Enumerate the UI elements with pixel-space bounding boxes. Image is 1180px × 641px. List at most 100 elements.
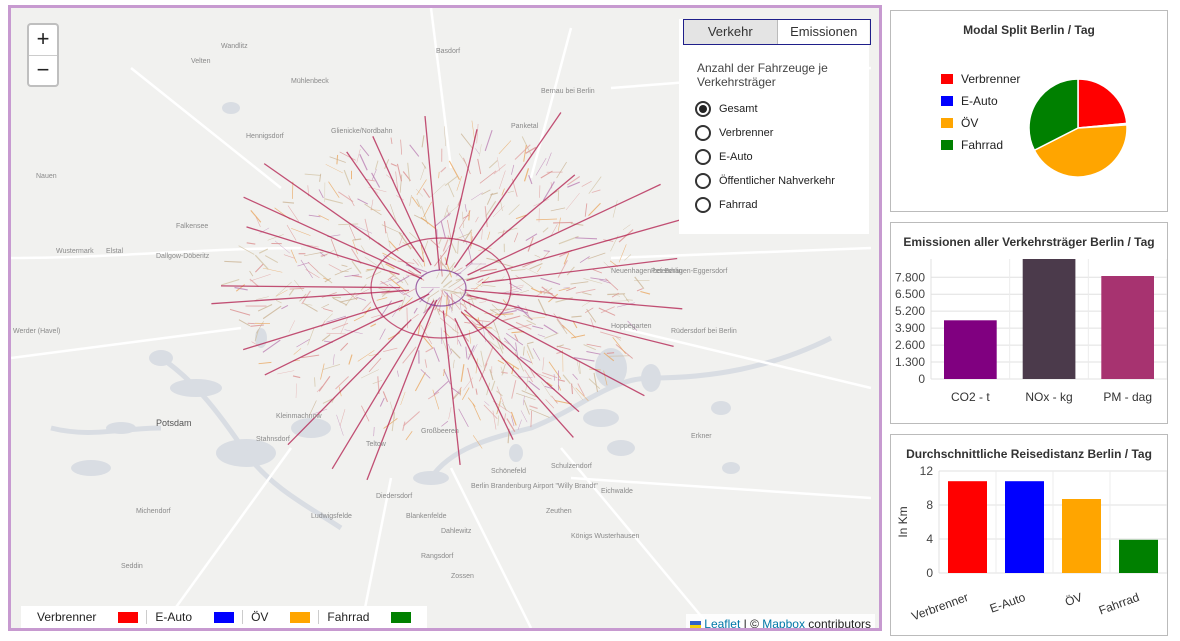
radio-button-icon[interactable]	[695, 149, 711, 165]
place-label: Ludwigsfelde	[311, 513, 352, 520]
x-tick-label: ÖV	[1063, 590, 1084, 609]
place-label: Hennigsdorf	[246, 133, 284, 140]
place-label: Großbeeren	[421, 428, 459, 435]
map-legend-label: Fahrrad	[327, 610, 370, 624]
place-label: Zeuthen	[546, 508, 572, 515]
radio-option-label: Fahrrad	[719, 199, 758, 211]
y-tick-label: 0	[926, 566, 933, 580]
tab-verkehr[interactable]: Verkehr	[684, 20, 778, 44]
map-legend-label: Verbrenner	[37, 610, 97, 624]
mode-tabs: Verkehr Emissionen	[683, 19, 871, 45]
map-legend-item: ÖV	[242, 610, 318, 624]
bar-e-auto[interactable]	[1005, 481, 1044, 573]
emissions-panel: Emissionen aller Verkehrsträger Berlin /…	[890, 222, 1168, 424]
place-label: Dallgow-Döberitz	[156, 253, 210, 260]
leaflet-link[interactable]: Leaflet	[704, 617, 740, 628]
place-label: Potsdam	[156, 418, 192, 428]
place-label: Königs Wusterhausen	[571, 533, 640, 540]
place-label: Petershagen-Eggersdorf	[651, 268, 728, 275]
map-attribution: Leaflet | © Mapbox contributors	[686, 614, 875, 628]
bar-öv[interactable]	[1062, 499, 1101, 573]
y-tick-label: 3.900	[895, 321, 925, 335]
zoom-control: + −	[27, 23, 59, 87]
radio-option-label: E-Auto	[719, 151, 753, 163]
place-label: Berlin Brandenburg Airport "Willy Brandt…	[471, 483, 598, 490]
place-label: Schönefeld	[491, 468, 527, 475]
bar-nox-kg[interactable]	[1022, 259, 1076, 379]
zoom-out-button[interactable]: −	[29, 56, 57, 86]
place-label: Basdorf	[436, 48, 461, 55]
radio-option-e-auto[interactable]: E-Auto	[695, 145, 869, 169]
y-tick-label: 0	[918, 372, 925, 386]
modal-split-panel: Modal Split Berlin / Tag Verbrenner E-Aut…	[890, 10, 1168, 212]
place-label: Mühlenbeck	[291, 78, 329, 85]
radio-button-icon[interactable]	[695, 197, 711, 213]
bar-fahrrad[interactable]	[1119, 539, 1158, 573]
y-tick-label: 5.200	[895, 304, 925, 318]
place-label: Elstal	[106, 248, 124, 255]
y-tick-label: 2.600	[895, 338, 925, 352]
y-tick-label: 6.500	[895, 287, 925, 301]
place-label: Falkensee	[176, 223, 209, 230]
map-legend-label: E-Auto	[155, 610, 193, 624]
radio-button-icon[interactable]	[695, 125, 711, 141]
pie-slice-verbrenner[interactable]	[1077, 78, 1128, 129]
place-label: Eichwalde	[601, 488, 633, 495]
map-legend-item: E-Auto	[146, 610, 242, 624]
distance-panel: Durchschnittliche Reisedistanz Berlin / …	[890, 434, 1168, 636]
place-label: Diedersdorf	[376, 493, 413, 500]
map-legend-swatch	[214, 611, 235, 623]
layer-control-panel: Verkehr Emissionen Anzahl der Fahrzeuge …	[679, 19, 871, 234]
ukraine-flag-icon	[690, 620, 702, 628]
y-tick-label: 12	[920, 464, 934, 478]
map-view[interactable]: Potsdam Falkensee Nauen Hennigsdorf Bernau b…	[8, 5, 882, 631]
place-label: Werder (Havel)	[13, 328, 61, 335]
map-legend-swatch	[118, 611, 139, 623]
place-label: Rüdersdorf bei Berlin	[671, 328, 737, 335]
y-tick-label: 1.300	[895, 355, 925, 369]
y-tick-label: 7.800	[895, 270, 925, 284]
x-tick-label: PM - dag	[1103, 390, 1152, 404]
bar-pm-dag[interactable]	[1101, 276, 1154, 379]
y-axis-label: In Km	[896, 506, 910, 537]
place-label: Erkner	[691, 433, 712, 440]
radio-option-gesamt[interactable]: Gesamt	[695, 97, 869, 121]
place-label: Dahlewitz	[441, 528, 472, 535]
y-tick-label: 8	[926, 498, 933, 512]
mapbox-link[interactable]: Mapbox	[762, 617, 805, 628]
control-title: Anzahl der Fahrzeuge je Verkehrsträger	[697, 61, 828, 89]
place-label: Rangsdorf	[421, 553, 454, 560]
x-tick-label: NOx - kg	[1025, 390, 1072, 404]
x-tick-label: E-Auto	[988, 590, 1028, 616]
radio-option-label: Verbrenner	[719, 127, 774, 139]
radio-option-verbrenner[interactable]: Verbrenner	[695, 121, 869, 145]
radio-option-fahrrad[interactable]: Fahrrad	[695, 193, 869, 217]
place-label: Teltow	[366, 441, 386, 448]
bar-co2-t[interactable]	[944, 320, 997, 379]
radio-option-label: Öffentlicher Nahverkehr	[719, 175, 835, 187]
map-legend-swatch	[290, 611, 311, 623]
place-label: Hoppegarten	[611, 323, 652, 330]
modal-split-pie-chart	[1028, 78, 1128, 178]
place-label: Glienicke/Nordbahn	[331, 128, 393, 135]
x-tick-label: Verbrenner	[910, 590, 971, 623]
place-label: Seddin	[121, 563, 143, 570]
traffic-network	[211, 112, 687, 481]
place-label: Wandlitz	[221, 43, 248, 50]
zoom-in-button[interactable]: +	[29, 25, 57, 56]
map-legend-item: Fahrrad	[318, 610, 419, 624]
place-label: Velten	[191, 58, 211, 65]
radio-button-icon[interactable]	[695, 173, 711, 189]
tab-emissionen[interactable]: Emissionen	[778, 20, 871, 44]
radio-button-icon[interactable]	[695, 101, 711, 117]
vehicle-type-radio-group: Gesamt Verbrenner E-Auto Öffentlicher Nahve…	[679, 97, 869, 217]
bar-verbrenner[interactable]	[948, 481, 987, 573]
y-tick-label: 4	[926, 532, 933, 546]
map-legend: Verbrenner E-Auto ÖV Fahrrad	[21, 606, 428, 628]
place-label: Blankenfelde	[406, 513, 447, 520]
place-label: Panketal	[511, 123, 539, 130]
map-legend-label: ÖV	[251, 610, 269, 624]
place-label: Wustermark	[56, 248, 94, 255]
radio-option-öffentlicher-nahverkehr[interactable]: Öffentlicher Nahverkehr	[695, 169, 869, 193]
place-label: Kleinmachnow	[276, 413, 322, 420]
